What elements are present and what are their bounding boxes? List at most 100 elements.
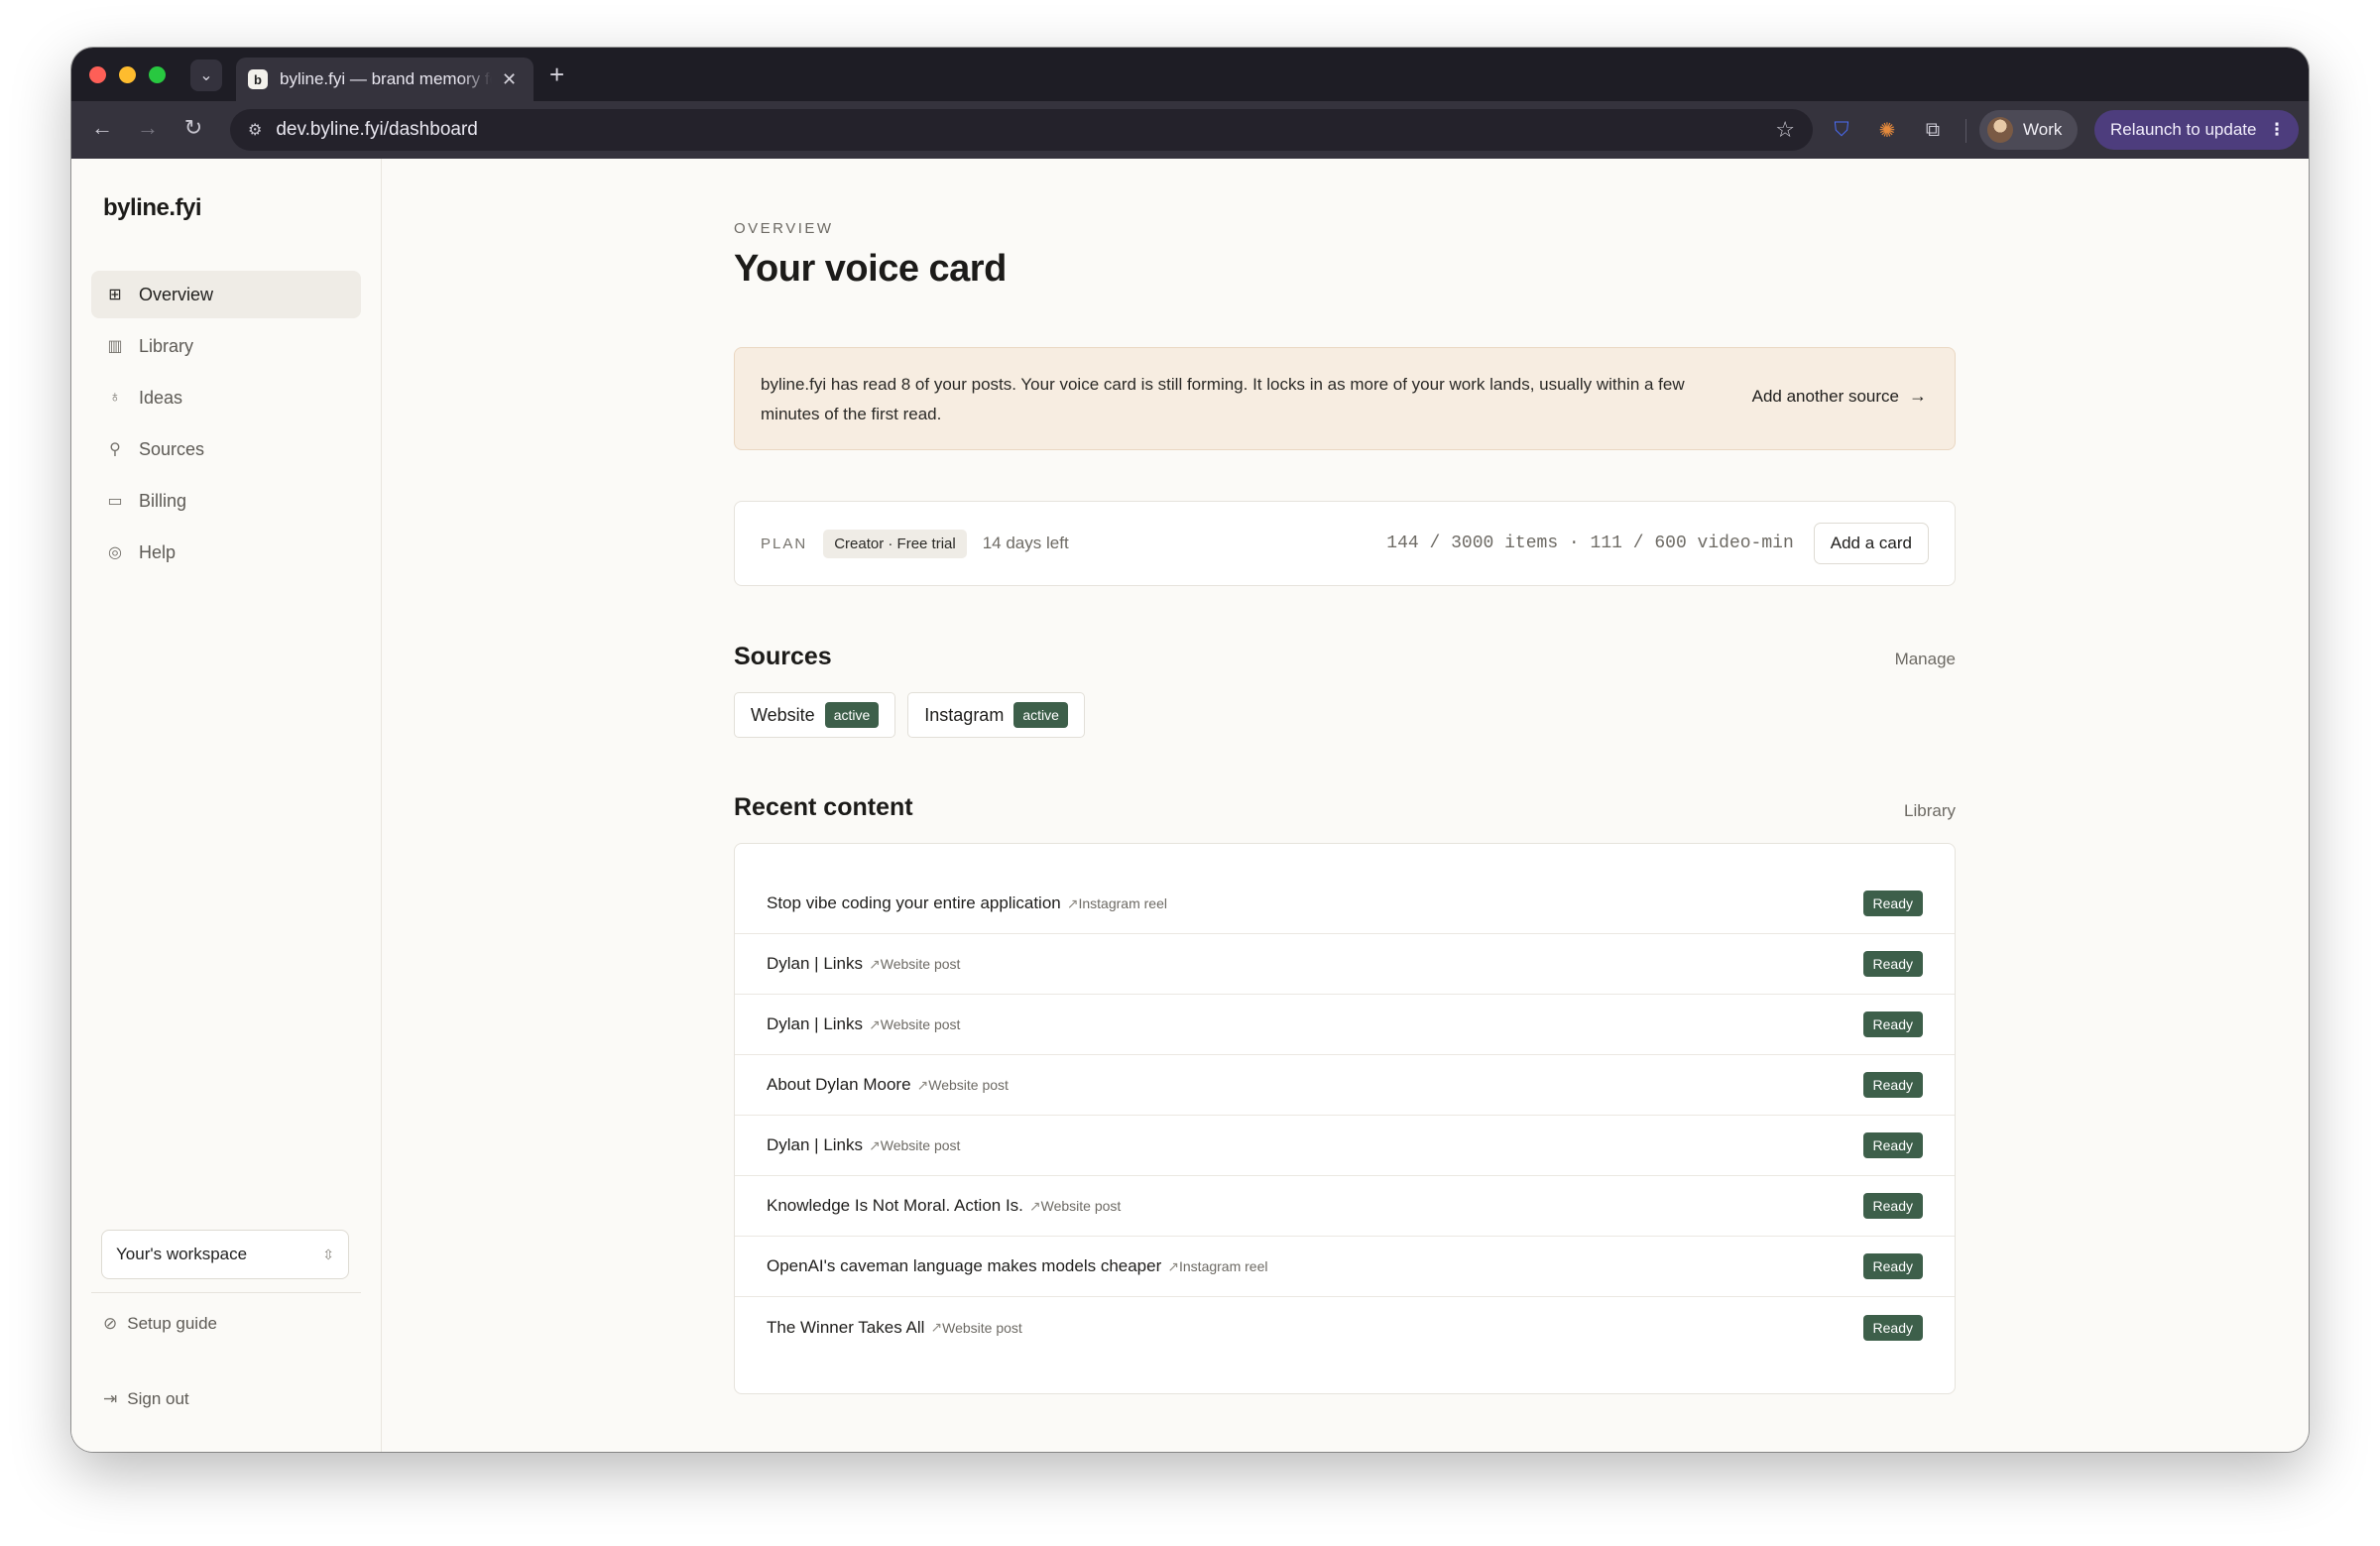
external-link-icon: ↗ — [916, 1076, 929, 1093]
content-title[interactable]: Knowledge Is Not Moral. Action Is. — [767, 1196, 1023, 1216]
content-title[interactable]: Stop vibe coding your entire application — [767, 893, 1061, 913]
content-type: Website post — [928, 1077, 1009, 1093]
tab-strip: ⌄ b byline.fyi — brand memory for creato… — [71, 48, 2309, 101]
list-item[interactable]: OpenAI's caveman language makes models c… — [735, 1237, 1955, 1297]
content-type: Website post — [880, 1016, 961, 1032]
profile-chip[interactable]: Work — [1979, 110, 2079, 150]
content-type: Website post — [942, 1319, 1022, 1336]
setup-guide-link[interactable]: ⊘ Setup guide — [103, 1314, 217, 1334]
profile-name: Work — [2023, 120, 2063, 139]
site-settings-icon[interactable]: ⚙ — [248, 120, 262, 140]
tab-search-chevron-down-icon[interactable]: ⌄ — [190, 59, 222, 91]
lifebuoy-icon: ◎ — [108, 544, 122, 561]
maximize-window-button[interactable] — [149, 66, 166, 83]
external-link-icon: ↗ — [869, 1015, 881, 1032]
status-badge: active — [1013, 702, 1068, 728]
sidebar: byline.fyi ⊞ Overview ▥ Library ♁ Ideas … — [71, 159, 382, 1452]
new-tab-plus-icon[interactable]: + — [549, 59, 564, 89]
list-item[interactable]: Dylan | Links ↗ Website post Ready — [735, 934, 1955, 995]
plan-badge: Creator · Free trial — [823, 529, 967, 558]
card-icon: ▭ — [107, 493, 123, 510]
extensions-puzzle-icon[interactable]: ⧉ — [1918, 115, 1948, 145]
voice-card-notice: byline.fyi has read 8 of your posts. You… — [734, 347, 1956, 450]
sources-heading: Sources — [734, 643, 832, 670]
add-card-button[interactable]: Add a card — [1813, 523, 1929, 564]
address-bar[interactable]: ⚙ dev.byline.fyi/dashboard ☆ — [230, 109, 1813, 151]
external-link-icon: ↗ — [869, 955, 881, 972]
source-website[interactable]: Website active — [734, 692, 896, 738]
shield-extension-icon[interactable]: ⛉ — [1827, 115, 1856, 145]
workspace-switcher[interactable]: Your's workspace ⇳ — [101, 1230, 349, 1279]
avatar — [1987, 117, 2013, 143]
recent-content-list: Stop vibe coding your entire application… — [734, 843, 1956, 1394]
page-title: Your voice card — [734, 248, 1007, 290]
content-type: Website post — [880, 1137, 961, 1153]
sidebar-item-label: Library — [139, 335, 194, 356]
minimize-window-button[interactable] — [119, 66, 136, 83]
source-name: Instagram — [924, 704, 1005, 725]
list-item[interactable]: The Winner Takes All ↗ Website post Read… — [735, 1297, 1955, 1358]
sidebar-item-ideas[interactable]: ♁ Ideas — [91, 374, 361, 421]
library-link[interactable]: Library — [1904, 801, 1956, 821]
forward-arrow-icon[interactable]: → — [133, 115, 163, 141]
sidebar-item-overview[interactable]: ⊞ Overview — [91, 271, 361, 318]
sign-out-label: Sign out — [127, 1389, 189, 1408]
close-tab-icon[interactable]: ✕ — [502, 69, 517, 90]
content-title[interactable]: About Dylan Moore — [767, 1075, 911, 1095]
sidebar-item-label: Sources — [139, 438, 205, 459]
add-source-label: Add another source — [1751, 386, 1899, 406]
sidebar-item-help[interactable]: ◎ Help — [91, 529, 361, 576]
browser-window: ⌄ b byline.fyi — brand memory for creato… — [71, 48, 2309, 1452]
notice-text: byline.fyi has read 8 of your posts. You… — [761, 375, 1685, 423]
list-item[interactable]: Dylan | Links ↗ Website post Ready — [735, 995, 1955, 1055]
recent-content-heading: Recent content — [734, 793, 913, 821]
close-window-button[interactable] — [89, 66, 106, 83]
content-title[interactable]: Dylan | Links — [767, 1135, 863, 1155]
content-title[interactable]: OpenAI's caveman language makes models c… — [767, 1256, 1161, 1276]
plan-card: PLAN Creator · Free trial 14 days left 1… — [734, 501, 1956, 586]
sources-list: Website active Instagram active — [734, 692, 1085, 738]
content-title[interactable]: The Winner Takes All — [767, 1318, 924, 1338]
status-badge: Ready — [1862, 1314, 1923, 1341]
setup-guide-label: Setup guide — [127, 1314, 217, 1333]
sign-out-icon: ⇥ — [103, 1389, 118, 1408]
add-another-source-link[interactable]: Add another source → — [1752, 386, 1927, 407]
lightbulb-icon: ♁ — [109, 389, 121, 406]
sign-out-link[interactable]: ⇥ Sign out — [103, 1389, 189, 1409]
relaunch-button[interactable]: Relaunch to update ⋮ — [2094, 110, 2300, 150]
bookmark-star-icon[interactable]: ☆ — [1775, 117, 1795, 143]
list-item[interactable]: Knowledge Is Not Moral. Action Is. ↗ Web… — [735, 1176, 1955, 1237]
status-badge: Ready — [1862, 1132, 1923, 1158]
content-title[interactable]: Dylan | Links — [767, 954, 863, 974]
plug-icon: ⚲ — [109, 441, 121, 458]
sidebar-item-library[interactable]: ▥ Library — [91, 322, 361, 370]
sun-extension-icon[interactable]: ✺ — [1872, 115, 1902, 145]
brand-logo[interactable]: byline.fyi — [103, 194, 202, 222]
status-badge: active — [824, 702, 880, 728]
books-icon: ▥ — [107, 338, 123, 355]
list-item[interactable]: Dylan | Links ↗ Website post Ready — [735, 1116, 1955, 1176]
content-type: Website post — [880, 956, 961, 972]
sidebar-item-label: Help — [139, 541, 177, 562]
status-badge: Ready — [1862, 1193, 1923, 1219]
sidebar-item-billing[interactable]: ▭ Billing — [91, 477, 361, 525]
list-item[interactable]: About Dylan Moore ↗ Website post Ready — [735, 1055, 1955, 1116]
sidebar-item-sources[interactable]: ⚲ Sources — [91, 425, 361, 473]
source-instagram[interactable]: Instagram active — [907, 692, 1085, 738]
back-arrow-icon[interactable]: ← — [87, 115, 117, 141]
status-badge: Ready — [1862, 1072, 1923, 1098]
url-text: dev.byline.fyi/dashboard — [276, 119, 478, 140]
external-link-icon: ↗ — [1028, 1197, 1041, 1214]
content-type: Instagram reel — [1078, 895, 1167, 911]
tab-title: byline.fyi — brand memory for creators — [280, 69, 492, 88]
external-link-icon: ↗ — [1167, 1257, 1179, 1274]
chevron-up-down-icon: ⇳ — [322, 1246, 334, 1262]
manage-sources-link[interactable]: Manage — [1895, 650, 1956, 669]
list-item[interactable]: Stop vibe coding your entire application… — [735, 874, 1955, 934]
content-title[interactable]: Dylan | Links — [767, 1014, 863, 1034]
favicon-icon: b — [248, 69, 268, 89]
sidebar-divider — [91, 1292, 361, 1293]
reload-icon[interactable]: ↻ — [178, 115, 208, 141]
browser-tab[interactable]: b byline.fyi — brand memory for creators… — [236, 58, 534, 101]
sidebar-item-label: Overview — [139, 284, 214, 304]
